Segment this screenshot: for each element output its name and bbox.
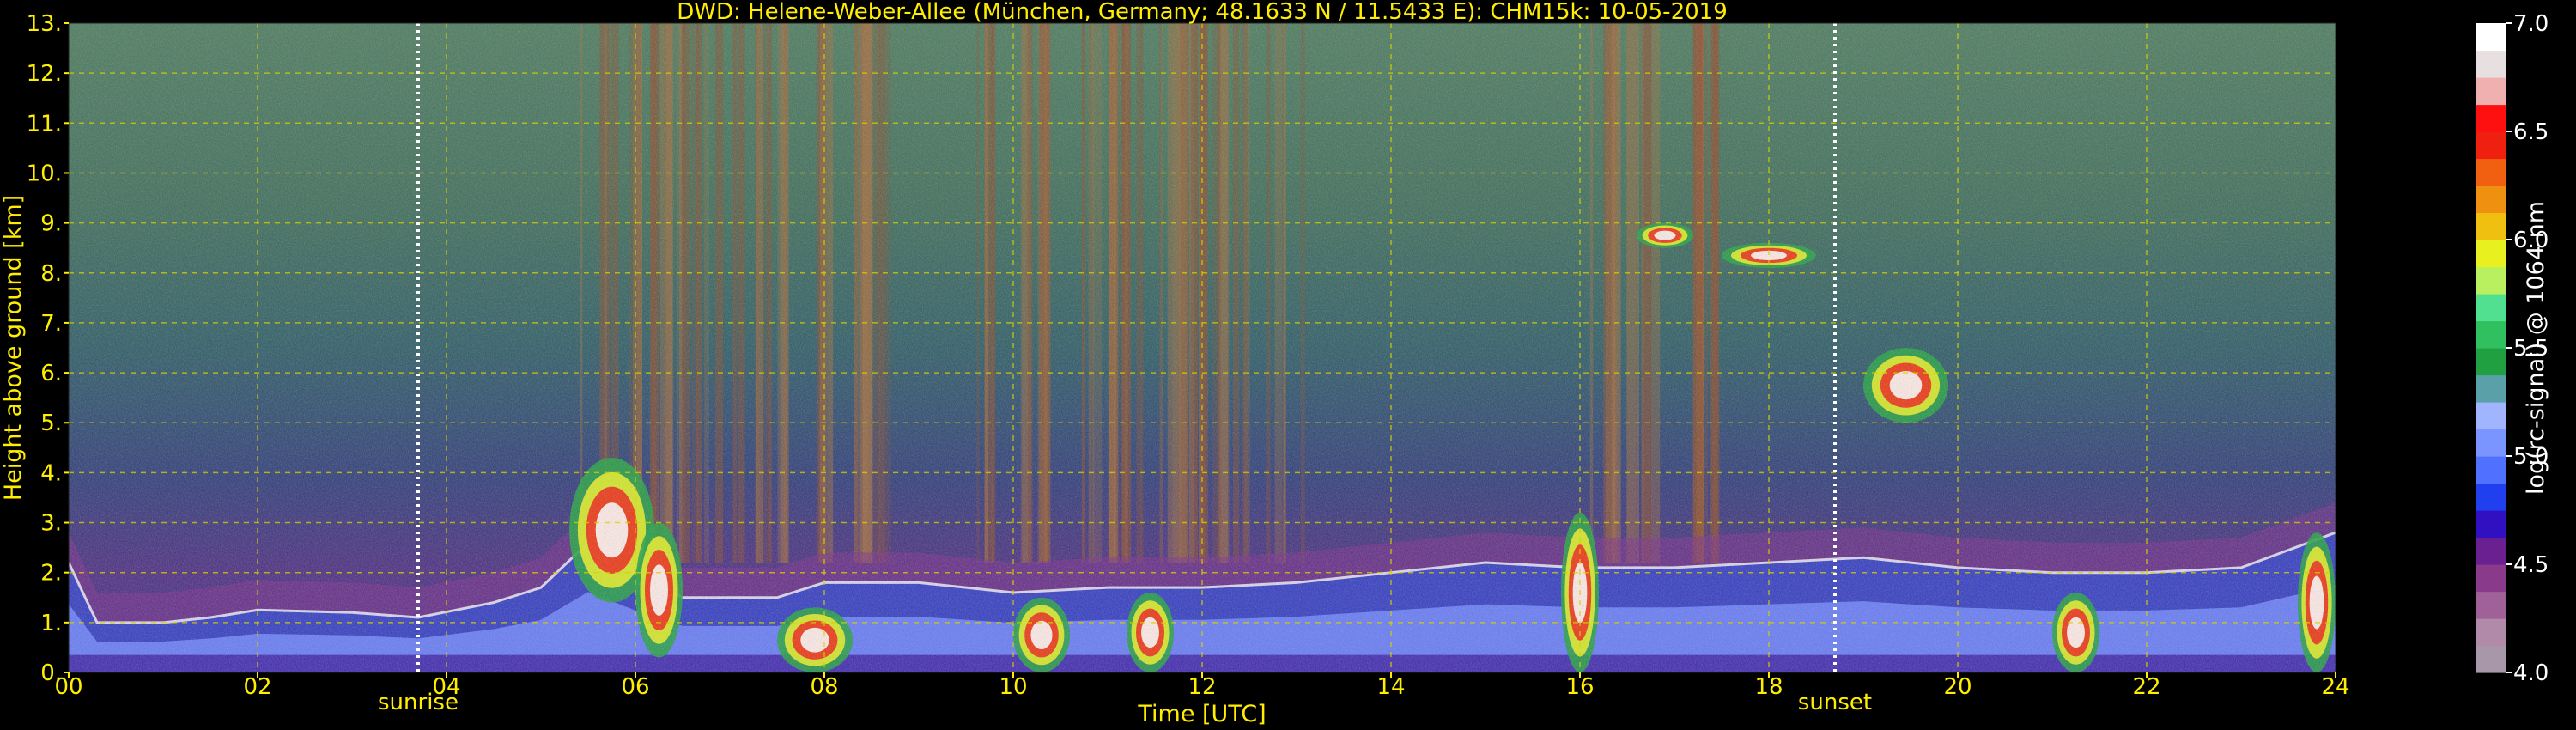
y-tick-label-12: 12. — [27, 61, 62, 87]
y-tick-label-10: 10. — [27, 161, 62, 186]
colorbar — [2476, 23, 2506, 673]
y-tick-label-11: 11. — [27, 111, 62, 137]
colorbar-tick-label-0: 4.0 — [2513, 660, 2549, 686]
colorbar-segment-7 — [2476, 456, 2506, 484]
y-tick-label-8: 8. — [40, 261, 62, 287]
x-tick-label-11: 22 — [2132, 674, 2160, 700]
colorbar-segment-12 — [2476, 320, 2506, 349]
chart-title: DWD: Helene-Weber-Allee (München, German… — [677, 0, 1728, 25]
colorbar-segment-23 — [2476, 23, 2506, 52]
colorbar-segment-21 — [2476, 77, 2506, 106]
colorbar-tick-label-1: 4.5 — [2513, 552, 2549, 578]
x-tick-label-12: 24 — [2321, 674, 2349, 700]
x-tick-label-9: 18 — [1754, 674, 1783, 700]
y-tick-label-4: 4. — [40, 460, 62, 486]
colorbar-segment-2 — [2476, 591, 2506, 619]
colorbar-label: log(rc-signal) @ 1064 nm — [2523, 201, 2549, 495]
x-tick-label-10: 20 — [1943, 674, 1971, 700]
backscatter-heatmap-chart: DWD: Helene-Weber-Allee (München, German… — [0, 0, 2549, 727]
colorbar-segment-0 — [2476, 645, 2506, 673]
y-tick-label-13: 13. — [27, 11, 62, 37]
colorbar-tick-label-6: 7.0 — [2513, 11, 2549, 37]
colorbar-segment-3 — [2476, 564, 2506, 593]
y-tick-label-7: 7. — [40, 311, 62, 337]
x-tick-label-4: 08 — [810, 674, 838, 700]
x-tick-label-5: 10 — [999, 674, 1027, 700]
colorbar-segment-20 — [2476, 104, 2506, 132]
colorbar-segment-4 — [2476, 537, 2506, 565]
colorbar-segment-19 — [2476, 131, 2506, 160]
y-tick-label-2: 2. — [40, 561, 62, 587]
colorbar-segment-8 — [2476, 429, 2506, 457]
annotation-label-1: sunset — [1798, 690, 1872, 715]
colorbar-segment-1 — [2476, 618, 2506, 647]
y-axis-ticks: 0. 1. 2. 3. 4. 5. 6. 7. 8. 9. 10. 11. 12. 13. — [27, 11, 69, 686]
y-tick-label-6: 6. — [40, 361, 62, 386]
ceilometer-figure: DWD: Helene-Weber-Allee (München, German… — [0, 0, 2576, 730]
plot-area — [69, 23, 2336, 672]
colorbar-segment-22 — [2476, 50, 2506, 78]
colorbar-segment-9 — [2476, 402, 2506, 430]
x-tick-label-3: 06 — [621, 674, 649, 700]
y-axis-label: Height above ground [km] — [0, 195, 27, 501]
x-tick-label-1: 02 — [243, 674, 271, 700]
annotation-label-0: sunrise — [378, 690, 459, 715]
x-tick-label-6: 12 — [1188, 674, 1216, 700]
x-tick-label-8: 16 — [1565, 674, 1594, 700]
colorbar-segment-15 — [2476, 240, 2506, 268]
colorbar-segment-17 — [2476, 186, 2506, 214]
sun-annotations: sunrise sunset — [378, 690, 1872, 715]
y-tick-label-9: 9. — [40, 211, 62, 237]
y-tick-label-5: 5. — [40, 411, 62, 436]
y-tick-label-0: 0. — [40, 660, 62, 686]
y-tick-label-1: 1. — [40, 611, 62, 636]
colorbar-segment-13 — [2476, 294, 2506, 322]
x-tick-label-7: 14 — [1376, 674, 1405, 700]
colorbar-segment-6 — [2476, 483, 2506, 511]
y-tick-label-3: 3. — [40, 511, 62, 537]
colorbar-segment-16 — [2476, 212, 2506, 240]
colorbar-segment-11 — [2476, 348, 2506, 376]
colorbar-segment-14 — [2476, 266, 2506, 295]
colorbar-segment-18 — [2476, 158, 2506, 186]
colorbar-segment-5 — [2476, 510, 2506, 538]
x-axis-label: Time [UTC] — [1137, 701, 1266, 727]
colorbar-segment-10 — [2476, 374, 2506, 403]
colorbar-tick-label-5: 6.5 — [2513, 119, 2549, 145]
